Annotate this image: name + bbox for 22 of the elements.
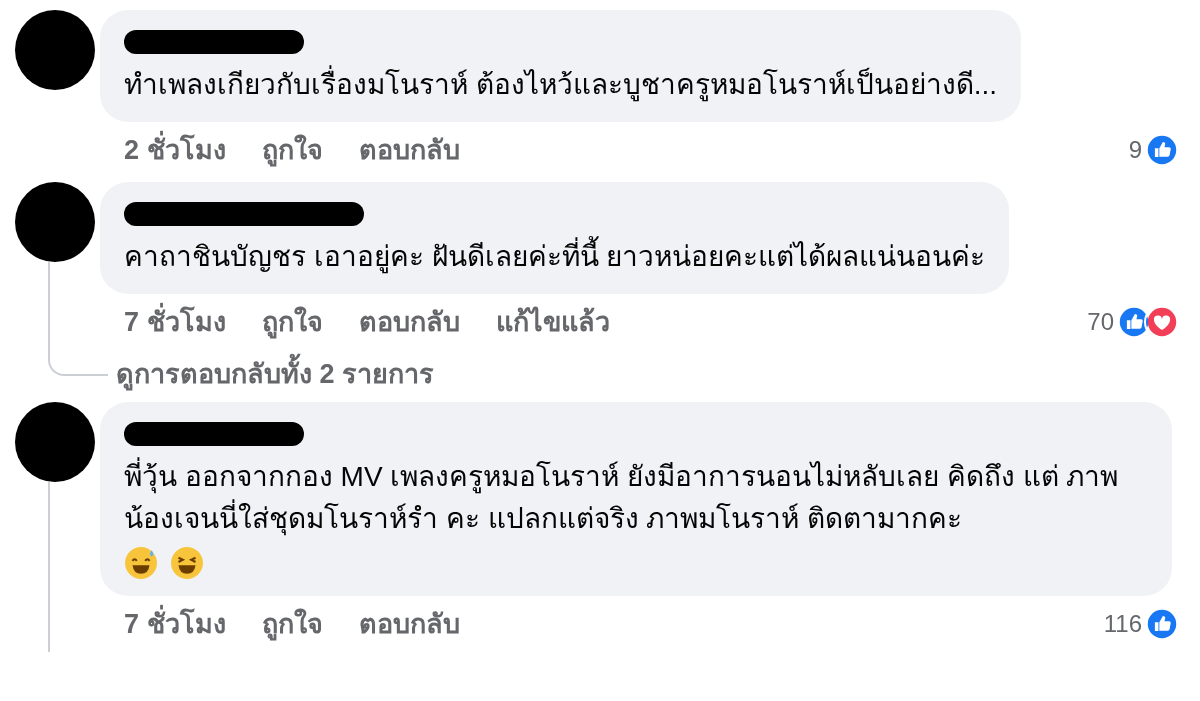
view-replies-link[interactable]: ดูการตอบกลับทั้ง 2 รายการ bbox=[100, 350, 435, 398]
like-link[interactable]: ถูกใจ bbox=[261, 301, 323, 343]
comment-text: ทำเพลงเกียวกับเรื่องมโนราห์ ต้องไหว้และบูชาครูหมอโนราห์เป็นอย่างดี... bbox=[124, 64, 998, 106]
thumbs-up-icon bbox=[1144, 606, 1180, 642]
like-link[interactable]: ถูกใจ bbox=[261, 129, 323, 171]
reply-link[interactable]: ตอบกลับ bbox=[358, 301, 460, 343]
laughing-face-icon bbox=[170, 546, 204, 580]
reaction-count[interactable]: 116 bbox=[1103, 606, 1142, 642]
reply-link[interactable]: ตอบกลับ bbox=[358, 603, 460, 645]
edited-label: แก้ไขแล้ว bbox=[495, 305, 610, 339]
reaction-count[interactable]: 70 bbox=[1087, 304, 1114, 340]
timestamp[interactable]: 2 ชั่วโมง bbox=[124, 129, 226, 171]
timestamp[interactable]: 7 ชั่วโมง bbox=[124, 301, 226, 343]
comment-text: คาถาชินบัญชร เอาอยู่คะ ฝันดีเลยค่ะที่นี้ ยาวหน่อยคะแต่ได้ผลแน่นอนค่ะ bbox=[124, 236, 986, 278]
comment-text: พี่วุ้น ออกจากกอง MV เพลงครูหมอโนราห์ ยังมีอาการนอนไม่หลับเลย คิดถึง แต่ ภาพน้องเจนนี่ใส่ชุดมโนราห์รำ คะ แปลกแต่จริง ภาพมโนราห์ ติดตามากคะ bbox=[124, 456, 1148, 540]
like-link[interactable]: ถูกใจ bbox=[261, 603, 323, 645]
thumbs-up-icon bbox=[1144, 132, 1180, 168]
reaction-count[interactable]: 9 bbox=[1128, 132, 1142, 168]
timestamp[interactable]: 7 ชั่วโมง bbox=[124, 603, 226, 645]
reply-link[interactable]: ตอบกลับ bbox=[358, 129, 460, 171]
sweat-smile-face-icon bbox=[124, 546, 158, 580]
heart-icon bbox=[1144, 304, 1180, 340]
